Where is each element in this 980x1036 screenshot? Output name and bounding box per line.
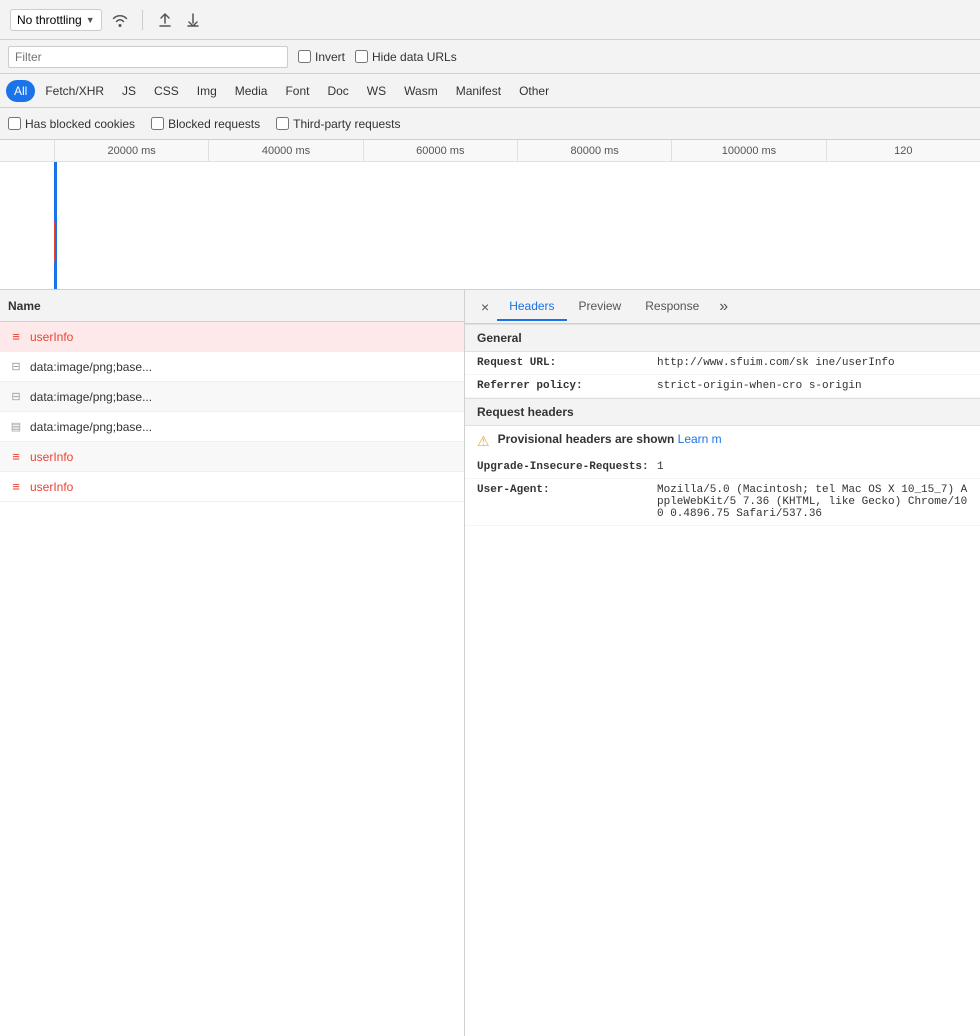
- timeline-area: 20000 ms40000 ms60000 ms80000 ms100000 m…: [0, 140, 980, 290]
- filter-tab-other[interactable]: Other: [511, 80, 557, 102]
- third-party-label[interactable]: Third-party requests: [276, 117, 400, 131]
- filter-tab-doc[interactable]: Doc: [319, 80, 356, 102]
- detail-value: Mozilla/5.0 (Macintosh; tel Mac OS X 10_…: [657, 484, 968, 520]
- warning-row: ⚠ Provisional headers are shown Learn m: [465, 426, 980, 456]
- img-gray-icon: ⊟: [8, 389, 24, 405]
- wifi-icon[interactable]: [110, 10, 130, 30]
- request-list: Name ≡ userInfo ⊟ data:image/png;base... ⊟ da…: [0, 290, 465, 1036]
- request-row-name: data:image/png;base...: [30, 420, 152, 434]
- timeline-tick: 40000 ms: [208, 140, 362, 161]
- request-row[interactable]: ≡ userInfo: [0, 472, 464, 502]
- warning-text: Provisional headers are shown Learn m: [498, 432, 722, 446]
- timeline-tick: 20000 ms: [54, 140, 208, 161]
- filter-tab-ws[interactable]: WS: [359, 80, 394, 102]
- filter-tab-wasm[interactable]: Wasm: [396, 80, 446, 102]
- filter-tab-font[interactable]: Font: [277, 80, 317, 102]
- timeline-tick: 60000 ms: [363, 140, 517, 161]
- details-tab-more[interactable]: »: [711, 294, 736, 320]
- filter-tab-media[interactable]: Media: [227, 80, 276, 102]
- detail-key: Request URL:: [477, 357, 657, 369]
- upload-icon[interactable]: [155, 10, 175, 30]
- learn-more-link[interactable]: Learn m: [678, 432, 722, 446]
- request-row-name: data:image/png;base...: [30, 360, 152, 374]
- request-row[interactable]: ⊟ data:image/png;base...: [0, 382, 464, 412]
- filter-tab-img[interactable]: Img: [189, 80, 225, 102]
- img-gray-icon: ⊟: [8, 359, 24, 375]
- doc-red-icon: ≡: [8, 449, 24, 465]
- top-toolbar: No throttling ▼: [0, 0, 980, 40]
- details-pane: ×HeadersPreviewResponse» GeneralRequest …: [465, 290, 980, 1036]
- detail-value: http://www.sfuim.com/sk ine/userInfo: [657, 357, 968, 369]
- detail-row: Upgrade-Insecure-Requests:1: [465, 456, 980, 479]
- hide-data-urls-label[interactable]: Hide data URLs: [355, 50, 457, 64]
- detail-key: User-Agent:: [477, 484, 657, 520]
- request-row[interactable]: ⊟ data:image/png;base...: [0, 352, 464, 382]
- file-gray-icon: ▤: [8, 419, 24, 435]
- timeline-tick: 80000 ms: [517, 140, 671, 161]
- filter-tabs: AllFetch/XHRJSCSSImgMediaFontDocWSWasmMa…: [0, 74, 980, 108]
- request-row-name: userInfo: [30, 450, 73, 464]
- detail-row: User-Agent:Mozilla/5.0 (Macintosh; tel M…: [465, 479, 980, 526]
- details-tab-response[interactable]: Response: [633, 293, 711, 321]
- detail-value: strict-origin-when-cro s-origin: [657, 380, 968, 392]
- warning-icon: ⚠: [477, 433, 490, 450]
- request-row-name: userInfo: [30, 330, 73, 344]
- throttle-select[interactable]: No throttling ▼: [10, 9, 102, 31]
- filter-tab-all[interactable]: All: [6, 80, 35, 102]
- request-row[interactable]: ≡ userInfo: [0, 442, 464, 472]
- details-content: GeneralRequest URL:http://www.sfuim.com/…: [465, 324, 980, 526]
- request-row-name: data:image/png;base...: [30, 390, 152, 404]
- download-icon[interactable]: [183, 10, 203, 30]
- extra-filters: Has blocked cookies Blocked requests Thi…: [0, 108, 980, 140]
- main-content: Name ≡ userInfo ⊟ data:image/png;base... ⊟ da…: [0, 290, 980, 1036]
- detail-row: Referrer policy:strict-origin-when-cro s…: [465, 375, 980, 398]
- timeline-tick: 120: [826, 140, 980, 161]
- invert-checkbox-label[interactable]: Invert: [298, 50, 345, 64]
- timeline-ruler: 20000 ms40000 ms60000 ms80000 ms100000 m…: [0, 140, 980, 162]
- detail-row: Request URL:http://www.sfuim.com/sk ine/…: [465, 352, 980, 375]
- filter-tab-css[interactable]: CSS: [146, 80, 187, 102]
- doc-red-icon: ≡: [8, 479, 24, 495]
- filter-tab-manifest[interactable]: Manifest: [448, 80, 509, 102]
- doc-red-icon: ≡: [8, 329, 24, 345]
- hide-data-urls-checkbox[interactable]: [355, 50, 368, 63]
- section-header: General: [465, 324, 980, 352]
- blocked-requests-checkbox[interactable]: [151, 117, 164, 130]
- detail-key: Referrer policy:: [477, 380, 657, 392]
- blocked-requests-label[interactable]: Blocked requests: [151, 117, 260, 131]
- timeline-chart: [0, 162, 980, 290]
- throttle-label: No throttling: [17, 13, 82, 27]
- details-tab-close[interactable]: ×: [473, 295, 497, 319]
- detail-key: Upgrade-Insecure-Requests:: [477, 461, 657, 473]
- blocked-cookies-checkbox[interactable]: [8, 117, 21, 130]
- timeline-red-indicator: [54, 222, 55, 262]
- filter-row: Invert Hide data URLs: [0, 40, 980, 74]
- request-list-header: Name: [0, 290, 464, 322]
- timeline-tick: 100000 ms: [671, 140, 825, 161]
- request-row[interactable]: ▤ data:image/png;base...: [0, 412, 464, 442]
- filter-tab-fetch_xhr[interactable]: Fetch/XHR: [37, 80, 112, 102]
- third-party-checkbox[interactable]: [276, 117, 289, 130]
- request-row-name: userInfo: [30, 480, 73, 494]
- blocked-cookies-label[interactable]: Has blocked cookies: [8, 117, 135, 131]
- request-row[interactable]: ≡ userInfo: [0, 322, 464, 352]
- toolbar-separator: [142, 10, 143, 30]
- details-tab-preview[interactable]: Preview: [567, 293, 634, 321]
- details-tabs: ×HeadersPreviewResponse»: [465, 290, 980, 324]
- details-tab-headers[interactable]: Headers: [497, 293, 566, 321]
- detail-value: 1: [657, 461, 968, 473]
- section-header: Request headers: [465, 398, 980, 426]
- filter-input[interactable]: [8, 46, 288, 68]
- invert-checkbox[interactable]: [298, 50, 311, 63]
- filter-tab-js[interactable]: JS: [114, 80, 144, 102]
- chevron-down-icon: ▼: [86, 15, 95, 25]
